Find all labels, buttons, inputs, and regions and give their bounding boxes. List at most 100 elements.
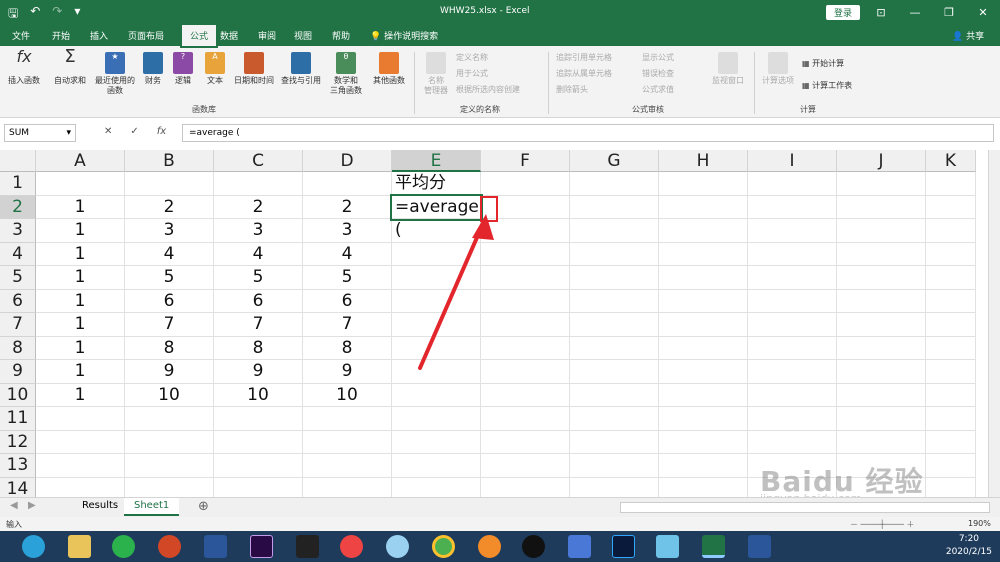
tab-8[interactable]: 帮助 <box>332 29 350 42</box>
cell-H3[interactable] <box>659 219 748 243</box>
premiere-icon[interactable] <box>250 535 273 558</box>
more-functions-button[interactable]: 其他函数 <box>370 52 408 86</box>
cell-B11[interactable] <box>125 407 214 431</box>
ribbon-display-options-icon[interactable]: ⊡ <box>864 0 898 24</box>
wechat-icon[interactable] <box>112 535 135 558</box>
cell-A2[interactable]: 1 <box>36 195 125 219</box>
cell-I9[interactable] <box>748 360 837 384</box>
tab-2[interactable]: 插入 <box>90 29 108 42</box>
enter-icon[interactable]: ✓ <box>130 126 138 137</box>
chrome-icon[interactable] <box>432 535 455 558</box>
cell-B13[interactable] <box>125 454 214 478</box>
redo-icon[interactable]: ↷ <box>52 4 62 25</box>
word-icon[interactable] <box>204 535 227 558</box>
cell-A5[interactable]: 1 <box>36 266 125 290</box>
cell-J12[interactable] <box>837 430 926 454</box>
cell-A14[interactable] <box>36 477 125 497</box>
row-header-5[interactable]: 5 <box>0 266 36 290</box>
row-header-12[interactable]: 12 <box>0 430 36 454</box>
cell-G7[interactable] <box>570 313 659 337</box>
cell-G11[interactable] <box>570 407 659 431</box>
row-header-4[interactable]: 4 <box>0 242 36 266</box>
column-header-B[interactable]: B <box>125 150 214 172</box>
media-app-icon[interactable] <box>340 535 363 558</box>
column-header-I[interactable]: I <box>748 150 837 172</box>
cell-H6[interactable] <box>659 289 748 313</box>
cell-I3[interactable] <box>748 219 837 243</box>
row-header-3[interactable]: 3 <box>0 219 36 243</box>
cell-K4[interactable] <box>926 242 976 266</box>
row-header-11[interactable]: 11 <box>0 407 36 431</box>
cell-B6[interactable]: 6 <box>125 289 214 313</box>
cell-B5[interactable]: 5 <box>125 266 214 290</box>
insert-function-button[interactable]: fx 插入函数 <box>6 49 42 86</box>
column-header-D[interactable]: D <box>303 150 392 172</box>
cell-I11[interactable] <box>748 407 837 431</box>
feishu-icon[interactable] <box>568 535 591 558</box>
cell-C1[interactable] <box>214 172 303 196</box>
insert-function-icon[interactable]: fx <box>157 126 166 137</box>
column-header-C[interactable]: C <box>214 150 303 172</box>
create-from-selection-button[interactable]: 根据所选内容创建 <box>456 84 520 95</box>
name-box[interactable]: SUM ▾ <box>4 124 76 142</box>
cell-D3[interactable]: 3 <box>303 219 392 243</box>
cell-H4[interactable] <box>659 242 748 266</box>
cell-D11[interactable] <box>303 407 392 431</box>
cell-C5[interactable]: 5 <box>214 266 303 290</box>
restore-button[interactable]: ❐ <box>932 0 966 24</box>
tab-0[interactable]: 文件 <box>12 29 30 42</box>
cell-C12[interactable] <box>214 430 303 454</box>
cell-G3[interactable] <box>570 219 659 243</box>
cell-D2[interactable]: 2 <box>303 195 392 219</box>
cell-C10[interactable]: 10 <box>214 383 303 407</box>
cell-E1[interactable]: 平均分 <box>392 172 481 196</box>
select-all-corner[interactable] <box>0 150 36 172</box>
cell-G1[interactable] <box>570 172 659 196</box>
cell-I2[interactable] <box>748 195 837 219</box>
cell-J8[interactable] <box>837 336 926 360</box>
powerpoint-icon[interactable] <box>158 535 181 558</box>
remove-arrows-button[interactable]: 删除箭头 <box>556 84 588 95</box>
cell-H8[interactable] <box>659 336 748 360</box>
math-trig-button[interactable]: θ 数学和 三角函数 <box>326 52 366 96</box>
browser-icon[interactable] <box>22 535 45 558</box>
cell-G6[interactable] <box>570 289 659 313</box>
logical-button[interactable]: ? 逻辑 <box>170 52 196 86</box>
cell-J10[interactable] <box>837 383 926 407</box>
cell-C8[interactable]: 8 <box>214 336 303 360</box>
cell-D14[interactable] <box>303 477 392 497</box>
vertical-scrollbar[interactable] <box>988 150 1000 497</box>
cell-A4[interactable]: 1 <box>36 242 125 266</box>
cell-F13[interactable] <box>481 454 570 478</box>
cell-K12[interactable] <box>926 430 976 454</box>
cell-H2[interactable] <box>659 195 748 219</box>
cell-I1[interactable] <box>748 172 837 196</box>
column-header-E[interactable]: E <box>392 150 481 172</box>
cell-H14[interactable] <box>659 477 748 497</box>
cell-I6[interactable] <box>748 289 837 313</box>
cell-B3[interactable]: 3 <box>125 219 214 243</box>
cell-J1[interactable] <box>837 172 926 196</box>
cell-D7[interactable]: 7 <box>303 313 392 337</box>
share-button[interactable]: 👤 共享 <box>952 29 984 42</box>
tab-1[interactable]: 开始 <box>52 29 70 42</box>
tab-3[interactable]: 页面布局 <box>128 29 164 42</box>
excel-icon[interactable] <box>702 535 725 558</box>
row-header-9[interactable]: 9 <box>0 360 36 384</box>
minimize-button[interactable]: — <box>898 0 932 24</box>
cell-A13[interactable] <box>36 454 125 478</box>
cell-A8[interactable]: 1 <box>36 336 125 360</box>
cell-H11[interactable] <box>659 407 748 431</box>
column-header-A[interactable]: A <box>36 150 125 172</box>
cell-G2[interactable] <box>570 195 659 219</box>
next-sheet-icon[interactable]: ▶ <box>28 500 36 511</box>
cell-H5[interactable] <box>659 266 748 290</box>
cell-K2[interactable] <box>926 195 976 219</box>
wps-icon[interactable] <box>748 535 771 558</box>
cell-D6[interactable]: 6 <box>303 289 392 313</box>
video-editor-icon[interactable] <box>296 535 319 558</box>
cell-B9[interactable]: 9 <box>125 360 214 384</box>
cell-I7[interactable] <box>748 313 837 337</box>
column-header-H[interactable]: H <box>659 150 748 172</box>
calculation-options-button[interactable]: 计算选项 <box>760 52 796 86</box>
